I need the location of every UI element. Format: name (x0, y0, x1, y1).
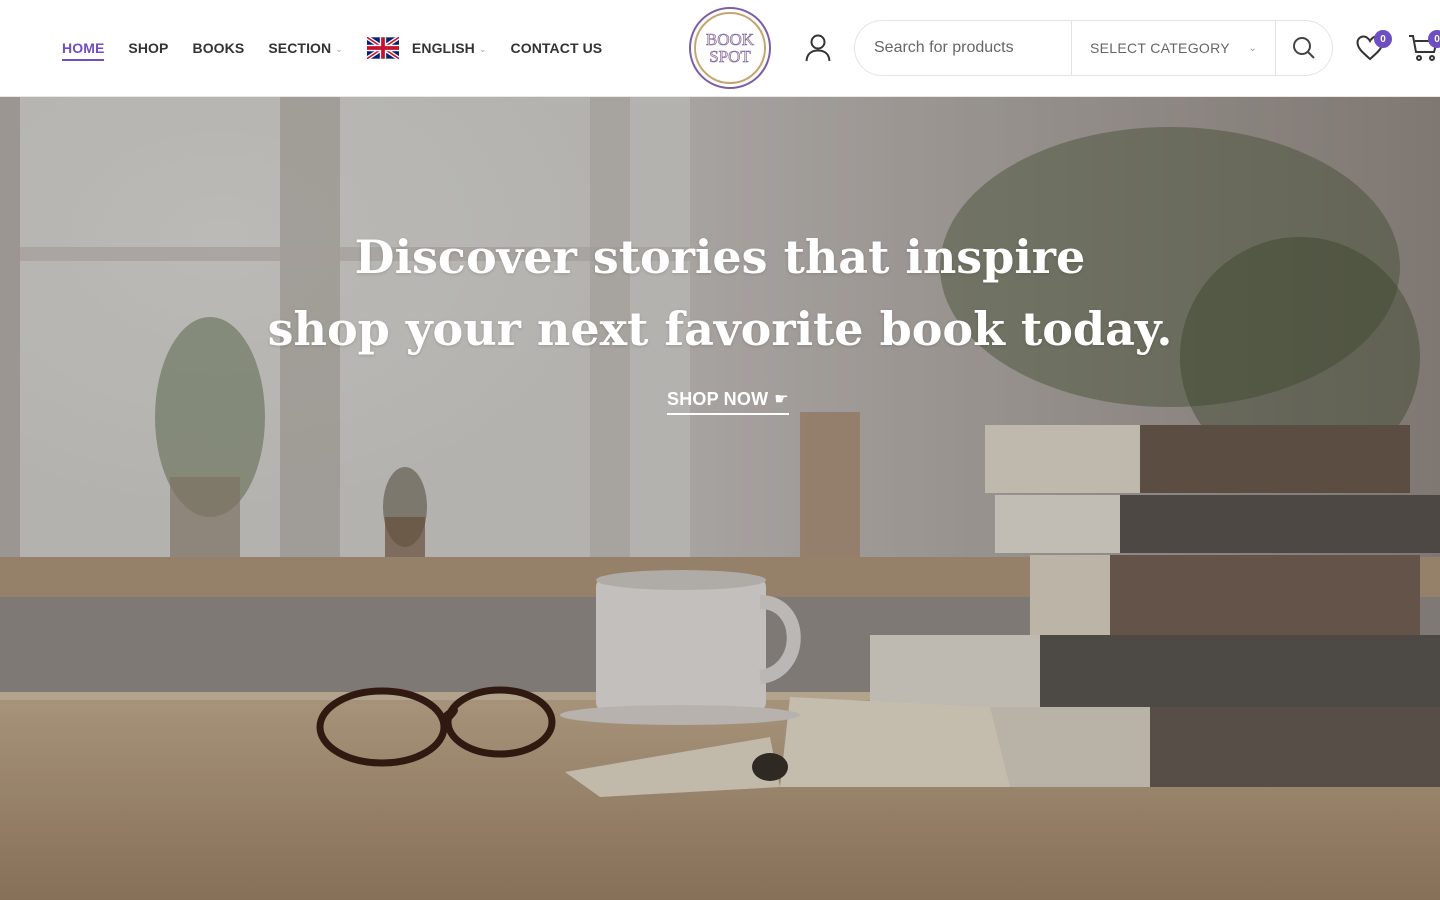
main-nav: HOME SHOP BOOKS SECTION ⌄ ENGLISH ⌄ CONT… (62, 0, 626, 96)
user-icon[interactable] (805, 34, 831, 62)
shop-now-button[interactable]: SHOP NOW ☛ (667, 387, 789, 415)
nav-contact-label: CONTACT US (510, 40, 603, 56)
chevron-down-icon: ⌄ (335, 43, 343, 54)
uk-flag-icon (366, 37, 399, 59)
nav-shop-label: SHOP (128, 40, 169, 56)
cart-count-badge: 0 (1428, 30, 1440, 48)
search-input[interactable] (855, 21, 1071, 75)
pointing-hand-icon: ☛ (774, 391, 789, 408)
hero-banner: Discover stories that inspire shop your … (0, 97, 1440, 900)
hero-title-line-1: Discover stories that inspire (354, 230, 1086, 284)
nav-item-home[interactable]: HOME (62, 0, 105, 96)
nav-item-contact[interactable]: CONTACT US (511, 0, 603, 96)
nav-item-language[interactable]: ENGLISH ⌄ (366, 0, 487, 96)
category-select-label: SELECT CATEGORY (1090, 40, 1230, 56)
hero-title-line-2: shop your next favorite book today. (267, 302, 1173, 356)
category-select[interactable]: SELECT CATEGORY ⌄ (1071, 21, 1276, 75)
hero-title: Discover stories that inspire shop your … (0, 221, 1440, 365)
search-icon (1293, 37, 1315, 59)
logo-text-spot: SPOT (709, 47, 751, 66)
logo-text-book: BOOK (705, 30, 755, 49)
product-search: SELECT CATEGORY ⌄ (854, 20, 1333, 76)
wishlist-count-badge: 0 (1374, 30, 1392, 48)
chevron-down-icon: ⌄ (478, 43, 487, 54)
nav-item-books[interactable]: BOOKS (192, 0, 244, 96)
nav-books-label: BOOKS (192, 40, 245, 56)
site-logo[interactable]: BOOK SPOT (689, 7, 771, 89)
nav-item-section[interactable]: SECTION ⌄ (268, 0, 343, 96)
site-header: HOME SHOP BOOKS SECTION ⌄ ENGLISH ⌄ CONT… (0, 0, 1440, 97)
logo-emblem: BOOK SPOT (694, 12, 766, 84)
nav-language-label: ENGLISH (411, 40, 475, 56)
chevron-down-icon: ⌄ (1248, 42, 1257, 54)
search-button[interactable] (1276, 21, 1332, 75)
nav-section-label: SECTION (268, 40, 332, 56)
hero-background-image (0, 97, 1440, 900)
nav-item-shop[interactable]: SHOP (128, 0, 168, 96)
shop-now-label: SHOP NOW (667, 388, 769, 409)
nav-home-label: HOME (62, 40, 105, 61)
